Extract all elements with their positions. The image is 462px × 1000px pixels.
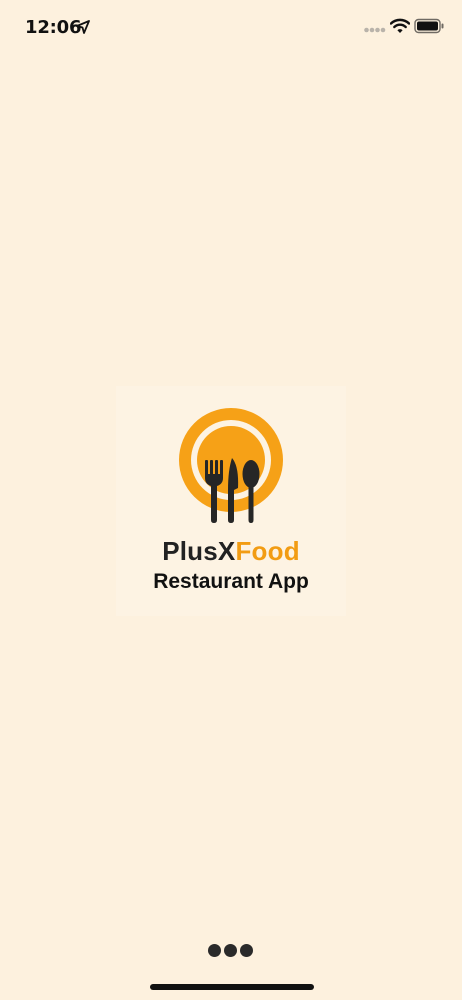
location-arrow-icon (76, 20, 90, 34)
cellular-signal-icon (364, 27, 386, 33)
brand-name-part-b: Food (235, 536, 300, 566)
app-logo: PlusXFood Restaurant App (116, 386, 346, 616)
loading-dot (224, 943, 237, 957)
battery-icon (414, 18, 444, 34)
loading-dot (208, 943, 221, 957)
brand-name: PlusXFood (116, 536, 346, 567)
home-indicator[interactable] (150, 984, 314, 990)
status-time: 12:06 (25, 17, 82, 38)
loading-dot (240, 943, 253, 957)
wifi-icon (390, 18, 410, 33)
brand-name-part-a: PlusX (162, 536, 236, 566)
loading-dots-icon (208, 942, 256, 958)
plate-icon (179, 408, 283, 523)
status-bar: 12:06 (0, 0, 462, 56)
app-tagline: Restaurant App (153, 570, 309, 593)
